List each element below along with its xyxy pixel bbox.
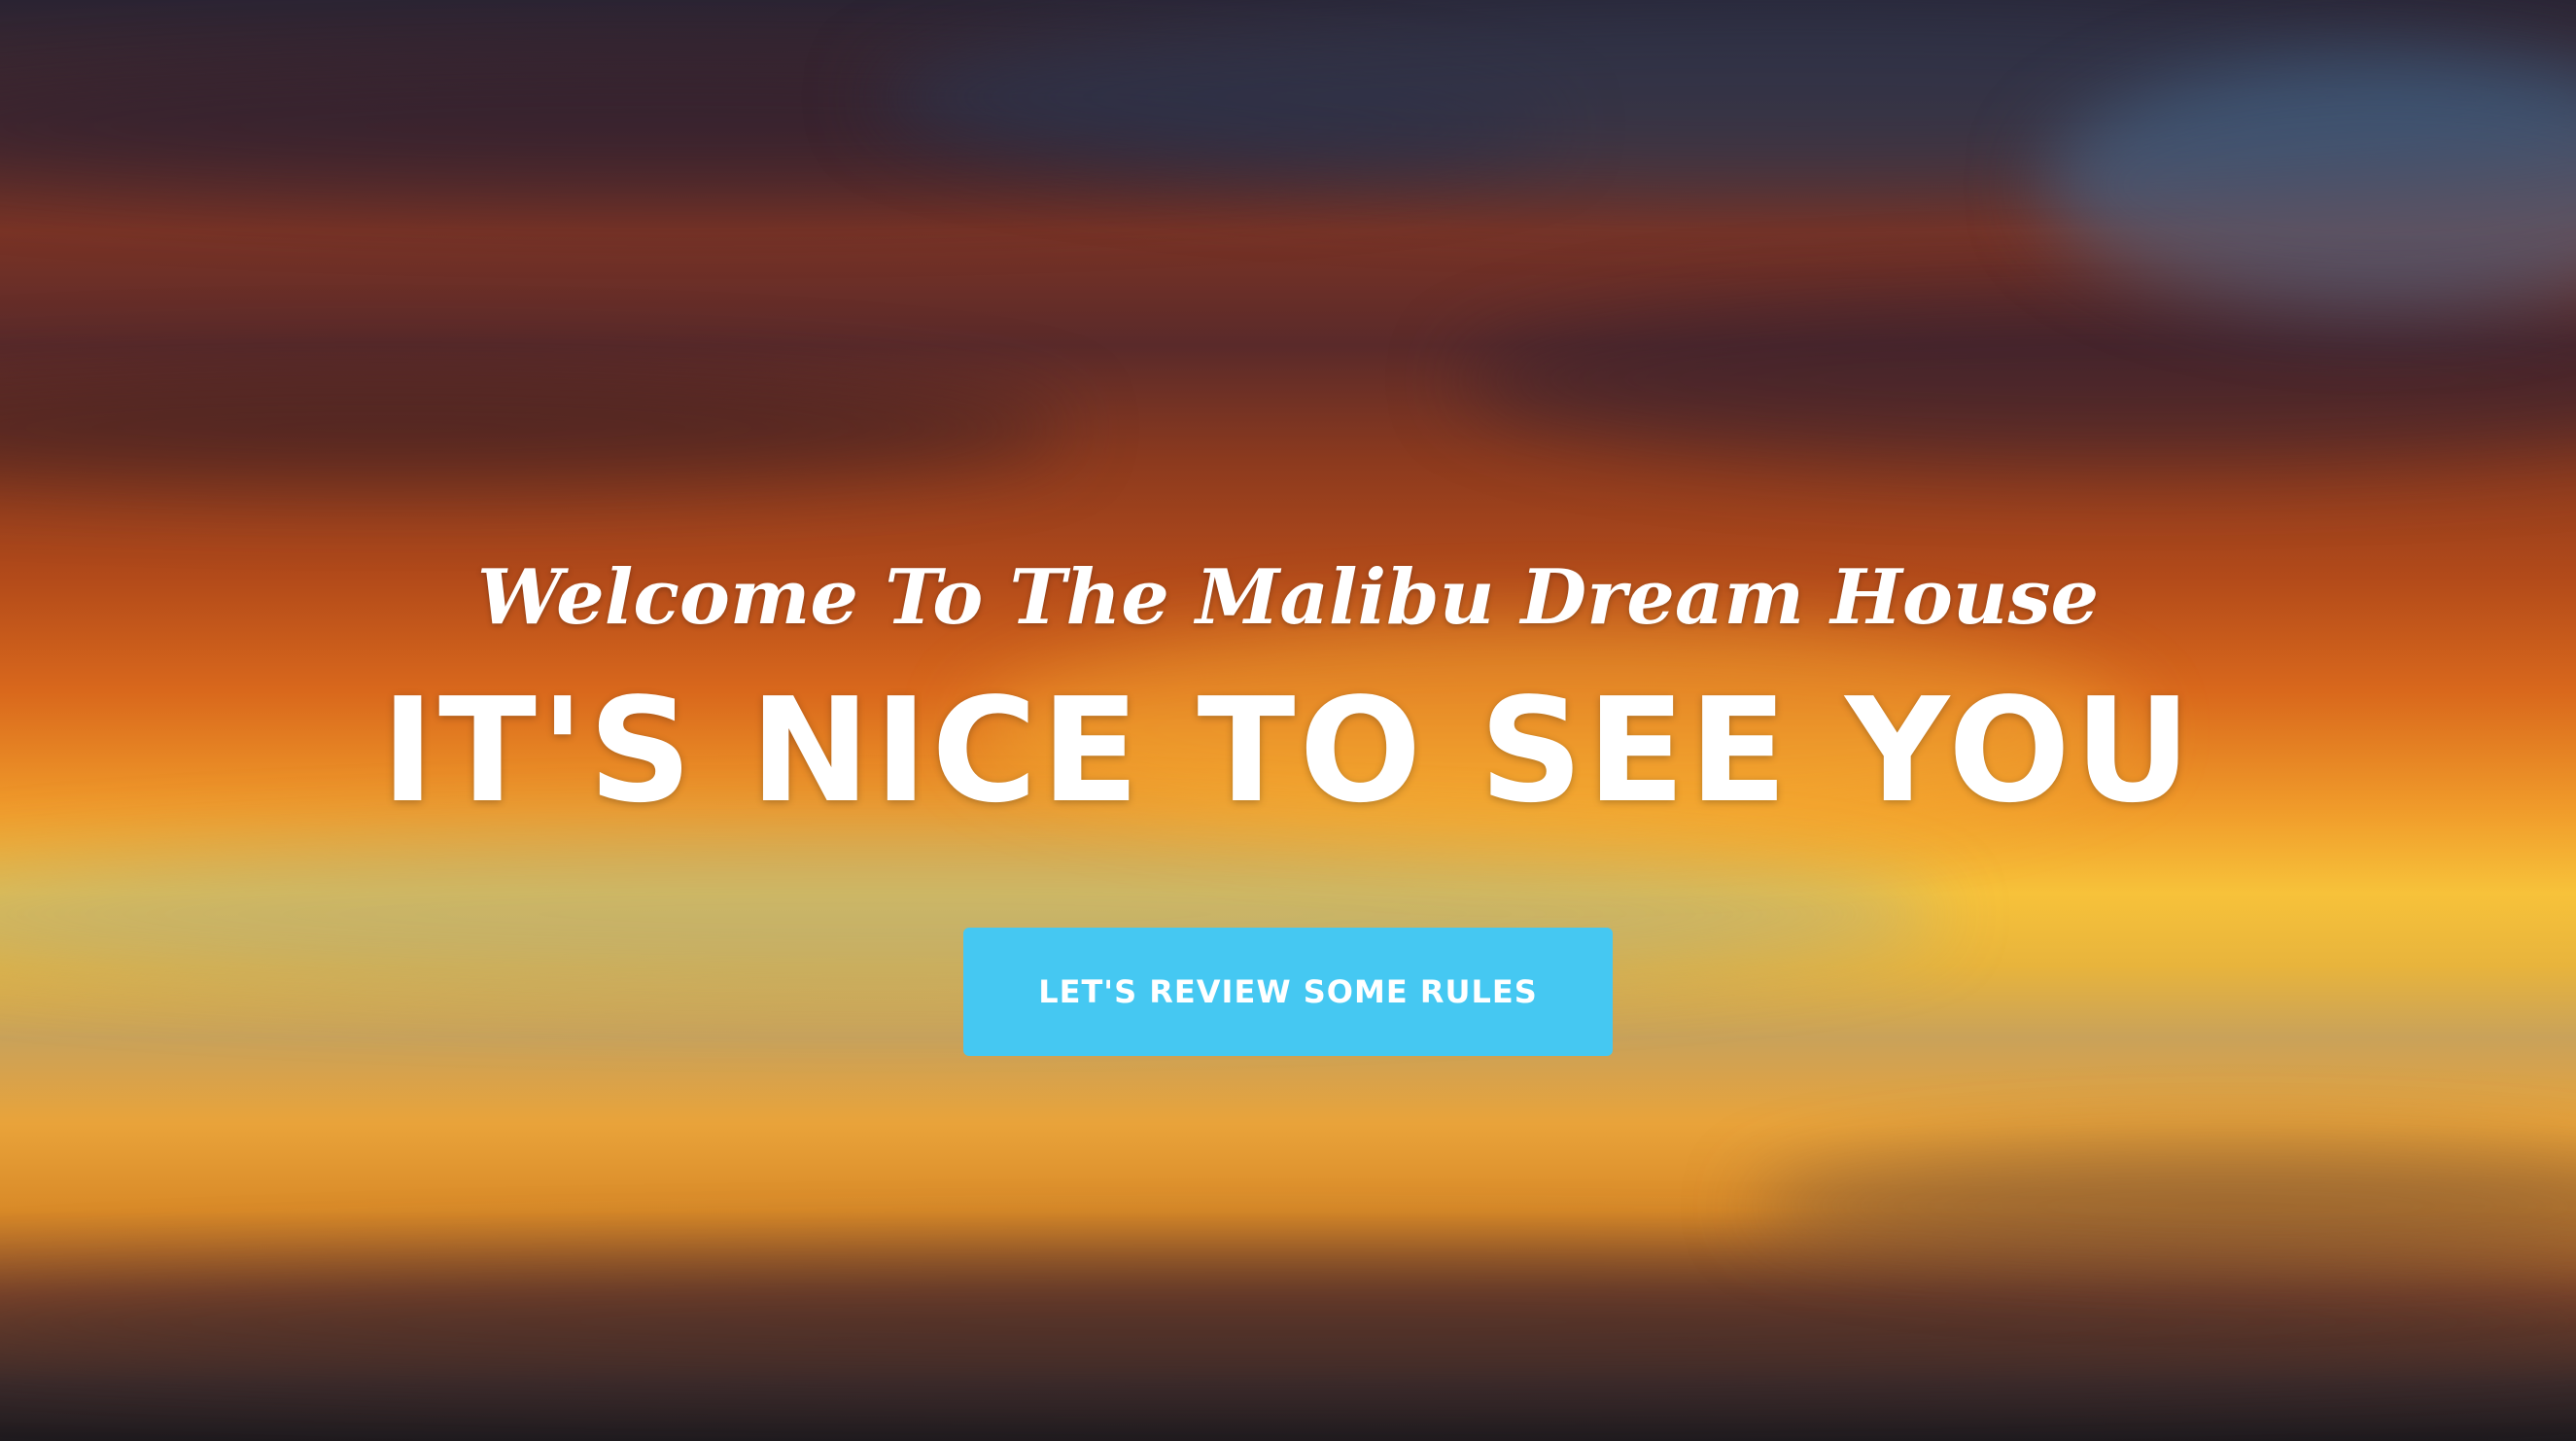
hero-content: Welcome To The Malibu Dream House IT'S N…	[0, 545, 2576, 1056]
hero-subtitle: Welcome To The Malibu Dream House	[476, 553, 2100, 642]
hero-background: Welcome To The Malibu Dream House IT'S N…	[0, 0, 2576, 1441]
sky-cloud-band	[0, 369, 1069, 486]
review-rules-button[interactable]: LET'S REVIEW SOME RULES	[963, 928, 1613, 1056]
sky-cloud-band	[1750, 1147, 2576, 1264]
sky-cloud-band	[1458, 292, 2576, 467]
horizon-band	[0, 1264, 2576, 1381]
hero-headline: IT'S NICE TO SEE YOU	[380, 667, 2196, 834]
